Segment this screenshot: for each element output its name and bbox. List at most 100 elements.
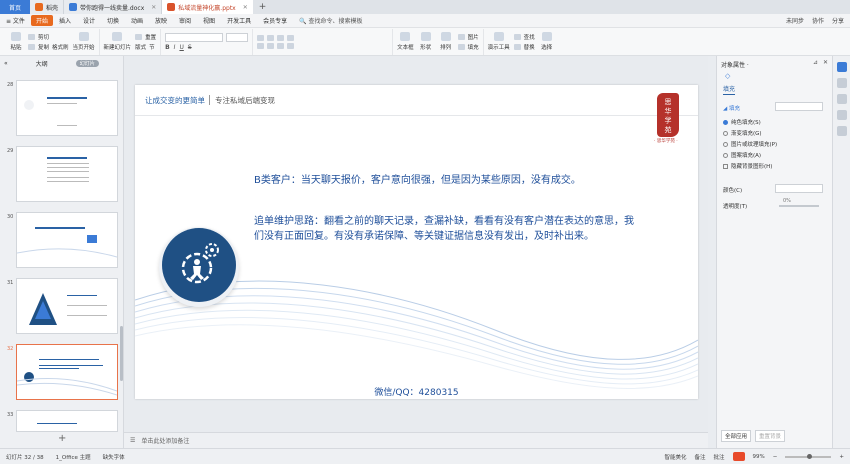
- new-slide-button[interactable]: 新建幻灯片: [104, 32, 131, 51]
- paste-button[interactable]: 粘贴: [8, 32, 24, 51]
- strike-button[interactable]: S: [188, 44, 192, 51]
- slide-thumbnail[interactable]: [16, 410, 118, 432]
- zoom-in-icon[interactable]: +: [839, 454, 844, 460]
- command-search[interactable]: 🔍 查找命令、搜索模板: [293, 16, 368, 25]
- hide-background-checkbox[interactable]: 隐藏背景图形(H): [723, 162, 772, 170]
- menu-review[interactable]: 审阅: [173, 16, 197, 25]
- play-slideshow-button[interactable]: [732, 452, 745, 461]
- beautify-button[interactable]: 智能美化: [665, 453, 687, 461]
- option-solid-fill[interactable]: 纯色填充(S): [723, 118, 761, 126]
- option-pattern-fill[interactable]: 图案填充(A): [723, 151, 761, 159]
- menu-member[interactable]: 会员专享: [257, 16, 293, 25]
- fill-dropdown[interactable]: [775, 102, 823, 111]
- arrange-label: 排列: [440, 45, 452, 51]
- close-icon[interactable]: ✕: [243, 4, 248, 11]
- new-tab-button[interactable]: +: [253, 2, 273, 12]
- textbox-button[interactable]: 文本框: [397, 32, 414, 51]
- align-center-icon[interactable]: [267, 42, 275, 49]
- indent-icon[interactable]: [277, 34, 285, 41]
- picture-button[interactable]: 图片: [457, 33, 479, 41]
- slides-tab[interactable]: 幻灯片: [75, 59, 99, 67]
- slide-thumbnail[interactable]: [16, 146, 118, 202]
- scissors-icon: [28, 33, 35, 40]
- transition-icon[interactable]: [836, 110, 847, 120]
- settings-icon[interactable]: [836, 126, 847, 136]
- slide-thumbnail[interactable]: [16, 278, 118, 334]
- format-painter-label[interactable]: 格式刷: [52, 43, 69, 51]
- color-dropdown[interactable]: [775, 184, 823, 193]
- slide[interactable]: 让成交变的更简单 专注私域后端变现 思 华 学 苑 · 思华学苑 · B类客户：…: [135, 85, 698, 399]
- tab-docer[interactable]: 稻壳: [30, 0, 65, 14]
- menu-transition[interactable]: 切换: [101, 16, 125, 25]
- zoom-out-icon[interactable]: −: [773, 454, 778, 460]
- align-right-icon[interactable]: [277, 42, 285, 49]
- bold-button[interactable]: B: [165, 44, 170, 51]
- play-current-button[interactable]: 当页开始: [73, 32, 95, 51]
- sync-status[interactable]: 未同步: [786, 16, 804, 25]
- font-size-select[interactable]: [226, 32, 249, 42]
- zoom-slider[interactable]: [785, 453, 832, 459]
- file-menu[interactable]: ≡ 文件: [0, 16, 31, 25]
- present-tools-button[interactable]: 演示工具: [488, 32, 510, 51]
- properties-icon[interactable]: [836, 62, 847, 72]
- slide-thumbnail[interactable]: [16, 212, 118, 268]
- slide-thumbnail-selected[interactable]: [16, 344, 118, 400]
- font-family-select[interactable]: [165, 32, 224, 42]
- shape-button[interactable]: 形状: [418, 32, 434, 51]
- line-spacing-icon[interactable]: [287, 34, 295, 41]
- replace-button[interactable]: 替换: [513, 43, 535, 51]
- pin-icon[interactable]: ⊿: [813, 59, 818, 66]
- tab-pptx[interactable]: 私域流量神化赢.pptx ✕: [162, 0, 253, 14]
- menu-animation[interactable]: 动画: [125, 16, 149, 25]
- select-button[interactable]: 选择: [539, 32, 555, 51]
- close-icon[interactable]: ✕: [823, 59, 828, 66]
- fill-button[interactable]: 填充: [457, 43, 479, 51]
- bullet-list-icon[interactable]: [257, 34, 265, 41]
- outline-tab[interactable]: 大纲: [36, 59, 48, 68]
- paragraph-row-2: [257, 42, 295, 49]
- cut-button[interactable]: 剪切: [28, 33, 69, 41]
- tab-docx[interactable]: 带你跑得一线卖量.docx ✕: [64, 0, 163, 14]
- arrange-button[interactable]: 排列: [438, 32, 454, 51]
- find-button[interactable]: 查找: [513, 33, 535, 41]
- animation-icon[interactable]: [836, 94, 847, 104]
- justify-icon[interactable]: [287, 42, 295, 49]
- missing-font-button[interactable]: 缺失字体: [103, 453, 125, 461]
- add-slide-button[interactable]: +: [58, 433, 66, 444]
- transparency-slider[interactable]: [779, 205, 819, 207]
- notes-bar[interactable]: ☰ 单击此处添加备注: [124, 432, 708, 448]
- design-icon[interactable]: [836, 78, 847, 88]
- menu-view[interactable]: 视图: [197, 16, 221, 25]
- notes-toggle[interactable]: 备注: [695, 453, 706, 461]
- italic-button[interactable]: I: [174, 44, 176, 51]
- thumbnail-scrollbar[interactable]: [120, 326, 123, 381]
- slide-thumbnail-panel: « 大纲 幻灯片 28 29 30 31 32 33 +: [0, 56, 124, 448]
- underline-button[interactable]: U: [179, 44, 183, 51]
- copy-button[interactable]: 复制 格式刷: [28, 43, 69, 51]
- close-icon[interactable]: ✕: [151, 4, 156, 11]
- comments-toggle[interactable]: 批注: [714, 453, 725, 461]
- apply-all-button[interactable]: 全部应用: [721, 430, 752, 442]
- number-list-icon[interactable]: [267, 34, 275, 41]
- option-picture-fill[interactable]: 图片或纹理填充(P): [723, 140, 777, 148]
- reset-background-button[interactable]: 重置背景: [755, 430, 786, 442]
- fill-section-header[interactable]: ◢ 填充: [723, 104, 740, 112]
- tab-home[interactable]: 首页: [0, 0, 30, 14]
- fill-bucket-icon: ◇: [725, 72, 731, 80]
- align-left-icon[interactable]: [257, 42, 265, 49]
- collab-button[interactable]: 协作: [812, 16, 824, 25]
- menu-start[interactable]: 开始: [30, 15, 53, 26]
- share-button[interactable]: 分享: [832, 16, 844, 25]
- section-label[interactable]: 节: [149, 43, 155, 51]
- reset-button[interactable]: 重置: [135, 33, 156, 41]
- menu-developer[interactable]: 开发工具: [221, 16, 257, 25]
- theme-name: 1_Office 主题: [55, 454, 91, 461]
- layout-button[interactable]: 版式节: [135, 43, 156, 51]
- tab-fill[interactable]: 填充: [723, 84, 736, 95]
- collapse-icon[interactable]: «: [4, 60, 8, 67]
- option-gradient-fill[interactable]: 渐变填充(G): [723, 129, 762, 137]
- menu-design[interactable]: 设计: [77, 16, 101, 25]
- slide-thumbnail[interactable]: [16, 80, 118, 136]
- menu-insert[interactable]: 插入: [53, 16, 77, 25]
- menu-slideshow[interactable]: 放映: [149, 16, 173, 25]
